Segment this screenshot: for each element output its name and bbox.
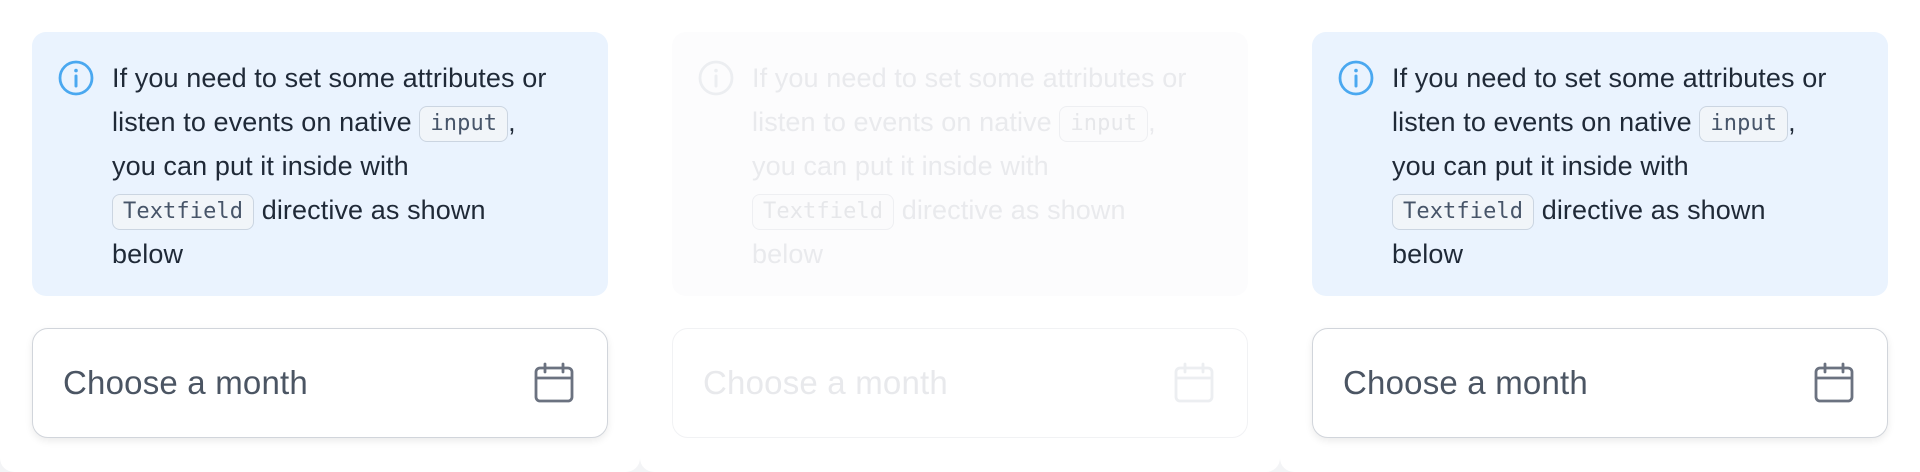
alert-line-5: below — [1392, 239, 1464, 269]
code-input: input — [1699, 105, 1789, 142]
alert-message: If you need to set some attributes or li… — [112, 56, 546, 276]
alert-comma: , — [1788, 107, 1796, 137]
code-input: input — [1059, 105, 1149, 142]
stage: If you need to set some attributes or li… — [0, 0, 1920, 472]
calendar-icon[interactable] — [1811, 360, 1857, 406]
alert-line-4: directive as shown — [261, 195, 486, 225]
alert-line-1: If you need to set some attributes or — [1392, 63, 1827, 93]
alert-line-3: you can put it inside with — [112, 151, 409, 181]
code-textfield: Textfield — [112, 193, 255, 230]
month-picker-field[interactable]: Choose a month — [672, 328, 1248, 438]
alert-message: If you need to set some attributes or li… — [752, 56, 1186, 276]
info-alert: If you need to set some attributes or li… — [32, 32, 608, 296]
alert-line-3: you can put it inside with — [1392, 151, 1689, 181]
month-placeholder: Choose a month — [63, 364, 308, 401]
info-icon — [58, 60, 94, 96]
info-icon — [1338, 60, 1374, 96]
alert-line-2: listen to events on native — [1392, 107, 1692, 137]
code-textfield: Textfield — [752, 193, 895, 230]
code-textfield: Textfield — [1392, 193, 1535, 230]
info-icon — [698, 60, 734, 96]
alert-line-5: below — [752, 239, 824, 269]
alert-line-1: If you need to set some attributes or — [112, 63, 547, 93]
panel-1: If you need to set some attributes or li… — [0, 0, 640, 472]
alert-line-2: listen to events on native — [112, 107, 412, 137]
alert-line-4: directive as shown — [1541, 195, 1766, 225]
alert-line-1: If you need to set some attributes or — [752, 63, 1187, 93]
calendar-icon[interactable] — [1171, 360, 1217, 406]
panel-3: If you need to set some attributes or li… — [1280, 0, 1920, 472]
month-placeholder: Choose a month — [703, 364, 948, 401]
month-picker-field[interactable]: Choose a month — [32, 328, 608, 438]
info-alert: If you need to set some attributes or li… — [672, 32, 1248, 296]
alert-line-4: directive as shown — [901, 195, 1126, 225]
panel-2: If you need to set some attributes or li… — [640, 0, 1280, 472]
month-placeholder: Choose a month — [1343, 364, 1588, 401]
alert-comma: , — [508, 107, 516, 137]
alert-line-5: below — [112, 239, 184, 269]
info-alert: If you need to set some attributes or li… — [1312, 32, 1888, 296]
alert-line-3: you can put it inside with — [752, 151, 1049, 181]
alert-line-2: listen to events on native — [752, 107, 1052, 137]
code-input: input — [419, 105, 509, 142]
alert-message: If you need to set some attributes or li… — [1392, 56, 1826, 276]
month-picker-field[interactable]: Choose a month — [1312, 328, 1888, 438]
calendar-icon[interactable] — [531, 360, 577, 406]
alert-comma: , — [1148, 107, 1156, 137]
